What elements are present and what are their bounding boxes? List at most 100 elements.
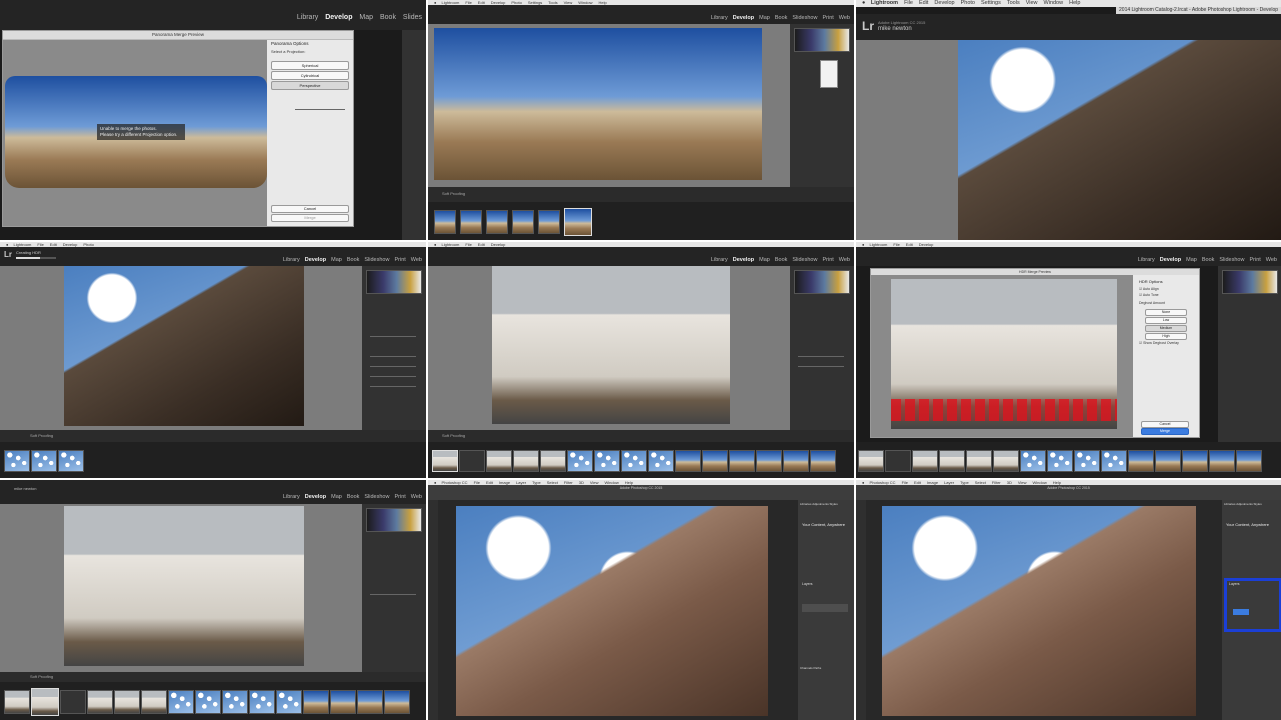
filmstrip-thumb[interactable] <box>1236 450 1262 472</box>
module-slideshow[interactable]: Slideshow <box>1219 257 1244 263</box>
module-web[interactable]: Web <box>411 257 422 263</box>
module-develop[interactable]: Develop <box>1160 257 1181 263</box>
filmstrip-thumb[interactable] <box>1074 450 1100 472</box>
merge-button[interactable]: Merge <box>1141 428 1189 435</box>
menu-file[interactable]: File <box>904 0 913 6</box>
filmstrip-thumb[interactable] <box>939 450 965 472</box>
tab-adjustments[interactable]: Adjustments <box>812 502 829 506</box>
filmstrip-thumb[interactable] <box>60 690 86 714</box>
module-develop[interactable]: Develop <box>305 257 326 263</box>
filmstrip-thumb[interactable] <box>567 450 593 472</box>
filmstrip-thumb[interactable] <box>675 450 701 472</box>
module-map[interactable]: Map <box>759 257 770 263</box>
exposure-slider[interactable] <box>370 594 416 595</box>
deghost-low-button[interactable]: Low <box>1145 317 1187 324</box>
tab-styles[interactable]: Styles <box>1254 502 1262 506</box>
module-book[interactable]: Book <box>775 257 788 263</box>
module-slideshow[interactable]: Slides <box>403 14 422 21</box>
menu-help[interactable]: Help <box>1069 0 1080 6</box>
filmstrip-thumb[interactable] <box>1155 450 1181 472</box>
module-book[interactable]: Book <box>347 494 360 500</box>
module-library[interactable]: Library <box>283 257 300 263</box>
filmstrip-thumb[interactable] <box>486 210 508 234</box>
filmstrip-thumb[interactable] <box>384 690 410 714</box>
spherical-button[interactable]: Spherical <box>271 61 349 70</box>
show-overlay-checkbox[interactable]: ☑ Show Deghost Overlay <box>1139 341 1179 345</box>
filmstrip-thumb-selected[interactable] <box>31 688 59 716</box>
filmstrip-thumb[interactable] <box>31 450 57 472</box>
filmstrip-thumb[interactable] <box>195 690 221 714</box>
filmstrip-thumb[interactable] <box>538 210 560 234</box>
module-web[interactable]: Web <box>1266 257 1277 263</box>
filmstrip-thumb[interactable] <box>912 450 938 472</box>
module-web[interactable]: Web <box>839 15 850 21</box>
filmstrip-thumb[interactable] <box>357 690 383 714</box>
filmstrip-thumb[interactable] <box>621 450 647 472</box>
filmstrip-thumb[interactable] <box>513 450 539 472</box>
filmstrip-thumb-selected[interactable] <box>432 450 458 472</box>
module-web[interactable]: Web <box>839 257 850 263</box>
profile-dropdown[interactable] <box>820 60 838 88</box>
module-library[interactable]: Library <box>711 257 728 263</box>
module-library[interactable]: Library <box>1138 257 1155 263</box>
module-develop[interactable]: Develop <box>305 494 326 500</box>
filmstrip-thumb[interactable] <box>141 690 167 714</box>
tab-channels[interactable]: Channels <box>800 666 813 670</box>
module-print[interactable]: Print <box>394 494 405 500</box>
menu-settings[interactable]: Settings <box>981 0 1001 6</box>
filmstrip-thumb[interactable] <box>459 450 485 472</box>
filmstrip-thumb[interactable] <box>87 690 113 714</box>
filmstrip-thumb[interactable] <box>1182 450 1208 472</box>
filmstrip-thumb[interactable] <box>993 450 1019 472</box>
filmstrip-thumb[interactable] <box>966 450 992 472</box>
filmstrip-thumb[interactable] <box>702 450 728 472</box>
filmstrip-thumb[interactable] <box>303 690 329 714</box>
shadows-slider[interactable] <box>370 386 416 387</box>
module-library[interactable]: Library <box>283 494 300 500</box>
module-library[interactable]: Library <box>711 15 728 21</box>
auto-align-checkbox[interactable]: ☑ Auto Align <box>1139 287 1159 291</box>
menu-edit[interactable]: Edit <box>919 0 928 6</box>
menu-view[interactable]: View <box>1026 0 1038 6</box>
filmstrip-thumb[interactable] <box>4 450 30 472</box>
filmstrip-thumb[interactable] <box>434 210 456 234</box>
tab-libraries[interactable]: Libraries <box>1224 502 1236 506</box>
highlights-slider[interactable] <box>370 376 416 377</box>
menu-photo[interactable]: Photo <box>961 0 975 6</box>
filmstrip-thumb-selected[interactable] <box>564 208 592 236</box>
deghost-none-button[interactable]: None <box>1145 309 1187 316</box>
module-develop[interactable]: Develop <box>733 15 754 21</box>
module-print[interactable]: Print <box>822 15 833 21</box>
filmstrip-thumb[interactable] <box>756 450 782 472</box>
layer-row[interactable] <box>802 604 848 612</box>
module-slideshow[interactable]: Slideshow <box>792 15 817 21</box>
filmstrip-thumb[interactable] <box>512 210 534 234</box>
merge-button[interactable]: Merge <box>271 214 349 222</box>
filmstrip-thumb[interactable] <box>168 690 194 714</box>
filmstrip-thumb[interactable] <box>486 450 512 472</box>
module-slideshow[interactable]: Slideshow <box>364 257 389 263</box>
filmstrip-thumb[interactable] <box>276 690 302 714</box>
filmstrip-thumb[interactable] <box>114 690 140 714</box>
cancel-button[interactable]: Cancel <box>1141 421 1189 428</box>
filmstrip-thumb[interactable] <box>783 450 809 472</box>
deghost-high-button[interactable]: High <box>1145 333 1187 340</box>
menu-tools[interactable]: Tools <box>1007 0 1020 6</box>
filmstrip-thumb[interactable] <box>249 690 275 714</box>
exposure-slider[interactable] <box>370 356 416 357</box>
boundary-warp-slider[interactable] <box>295 109 345 110</box>
module-develop[interactable]: Develop <box>325 14 352 21</box>
module-print[interactable]: Print <box>822 257 833 263</box>
filmstrip-thumb[interactable] <box>58 450 84 472</box>
module-map[interactable]: Map <box>759 15 770 21</box>
tab-styles[interactable]: Styles <box>830 502 838 506</box>
apple-icon[interactable]: ● <box>862 0 865 6</box>
module-slideshow[interactable]: Slideshow <box>364 494 389 500</box>
filmstrip-thumb[interactable] <box>729 450 755 472</box>
module-print[interactable]: Print <box>394 257 405 263</box>
filmstrip-thumb[interactable] <box>885 450 911 472</box>
filmstrip-thumb[interactable] <box>810 450 836 472</box>
deghost-medium-button[interactable]: Medium <box>1145 325 1187 332</box>
filmstrip-thumb[interactable] <box>1128 450 1154 472</box>
filmstrip-thumb[interactable] <box>858 450 884 472</box>
